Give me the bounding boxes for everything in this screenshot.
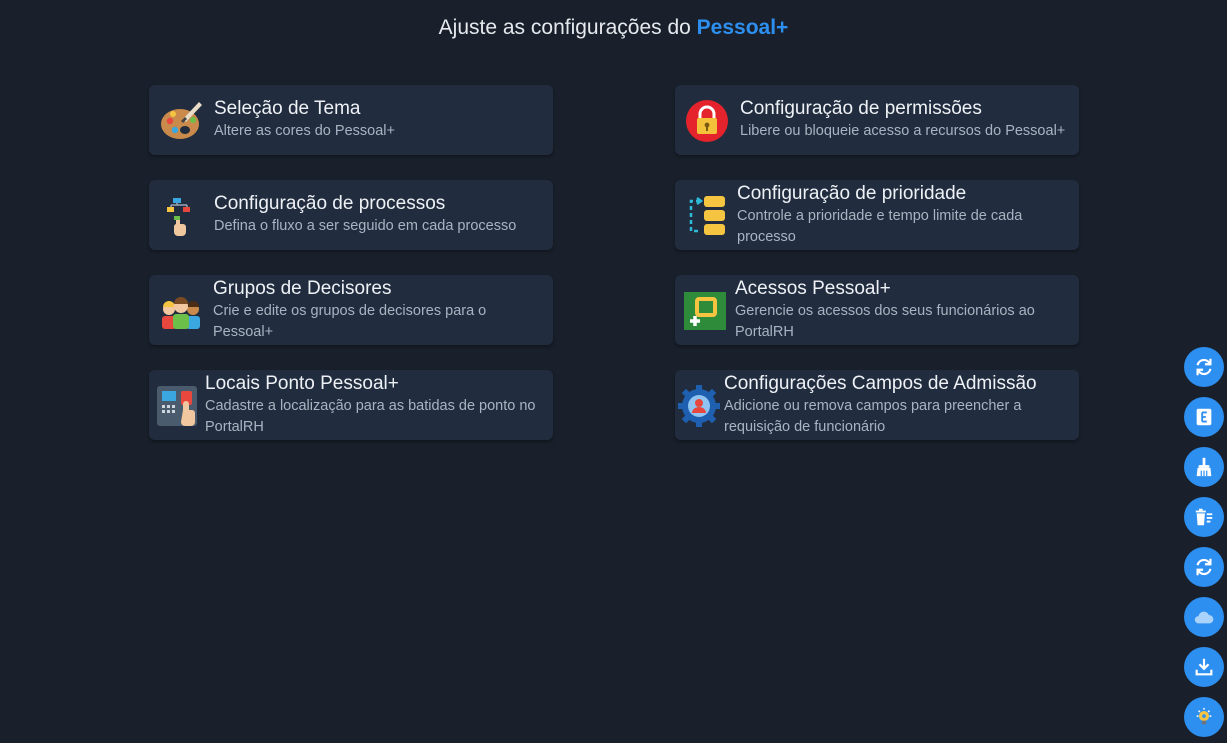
download-icon (1195, 658, 1213, 676)
clean-button[interactable] (1184, 447, 1224, 487)
card-title: Configuração de permissões (740, 98, 982, 119)
card-title: Locais Ponto Pessoal+ (205, 373, 399, 394)
card-description: Adicione ou remova campos para preencher… (724, 398, 1022, 435)
refresh-button[interactable] (1184, 347, 1224, 387)
card-description: Altere as cores do Pessoal+ (214, 123, 395, 139)
card-title: Configurações Campos de Admissão (724, 373, 1037, 394)
page-title-text: Ajuste as configurações do (438, 16, 691, 39)
priority-stack-icon (685, 194, 729, 238)
card-description: Controle a prioridade e tempo limite de … (737, 208, 1023, 245)
broom-icon (1196, 457, 1212, 477)
page-title: Ajuste as configurações do Pessoal+ (0, 16, 1227, 40)
card-processes[interactable]: Configuração de processos Defina o fluxo… (149, 180, 553, 250)
access-key-icon (683, 289, 727, 333)
card-title: Seleção de Tema (214, 98, 361, 119)
sync-button[interactable] (1184, 547, 1224, 587)
delete-list-button[interactable] (1184, 497, 1224, 537)
card-theme-selection[interactable]: Seleção de Tema Altere as cores do Pesso… (149, 85, 553, 155)
padlock-icon (685, 99, 729, 143)
card-description: Crie e edite os grupos de decisores para… (213, 303, 487, 340)
card-description: Defina o fluxo a ser seguido em cada pro… (214, 218, 517, 234)
card-description: Cadastre a localização para as batidas d… (205, 398, 536, 435)
export-e-button[interactable] (1184, 397, 1224, 437)
card-time-clock-locations[interactable]: Locais Ponto Pessoal+ Cadastre a localiz… (149, 370, 553, 440)
people-group-icon (159, 289, 203, 333)
card-description: Gerencie os acessos dos seus funcionário… (735, 303, 1035, 340)
letter-e-icon (1196, 408, 1212, 426)
lightbulb-icon (1196, 707, 1212, 725)
user-gear-icon (677, 384, 721, 428)
palette-icon (159, 99, 203, 143)
time-clock-icon (155, 384, 199, 428)
refresh-icon (1196, 358, 1212, 376)
card-permissions[interactable]: Configuração de permissões Libere ou blo… (675, 85, 1079, 155)
tips-button[interactable] (1184, 697, 1224, 737)
card-access[interactable]: Acessos Pessoal+ Gerencie os acessos dos… (675, 275, 1079, 345)
sync-icon (1196, 558, 1212, 576)
cloud-icon (1194, 611, 1214, 624)
card-admission-fields[interactable]: Configurações Campos de Admissão Adicion… (675, 370, 1079, 440)
card-title: Configuração de prioridade (737, 183, 967, 204)
brand-name: Pessoal+ (696, 16, 789, 39)
cloud-button[interactable] (1184, 597, 1224, 637)
download-button[interactable] (1184, 647, 1224, 687)
card-description: Libere ou bloqueie acesso a recursos do … (740, 123, 1066, 139)
delete-list-icon (1195, 508, 1213, 526)
card-title: Acessos Pessoal+ (735, 278, 891, 299)
card-decision-groups[interactable]: Grupos de Decisores Crie e edite os grup… (149, 275, 553, 345)
flowchart-hand-icon (159, 194, 203, 238)
card-priority[interactable]: Configuração de prioridade Controle a pr… (675, 180, 1079, 250)
card-title: Configuração de processos (214, 193, 446, 214)
card-title: Grupos de Decisores (213, 278, 392, 299)
